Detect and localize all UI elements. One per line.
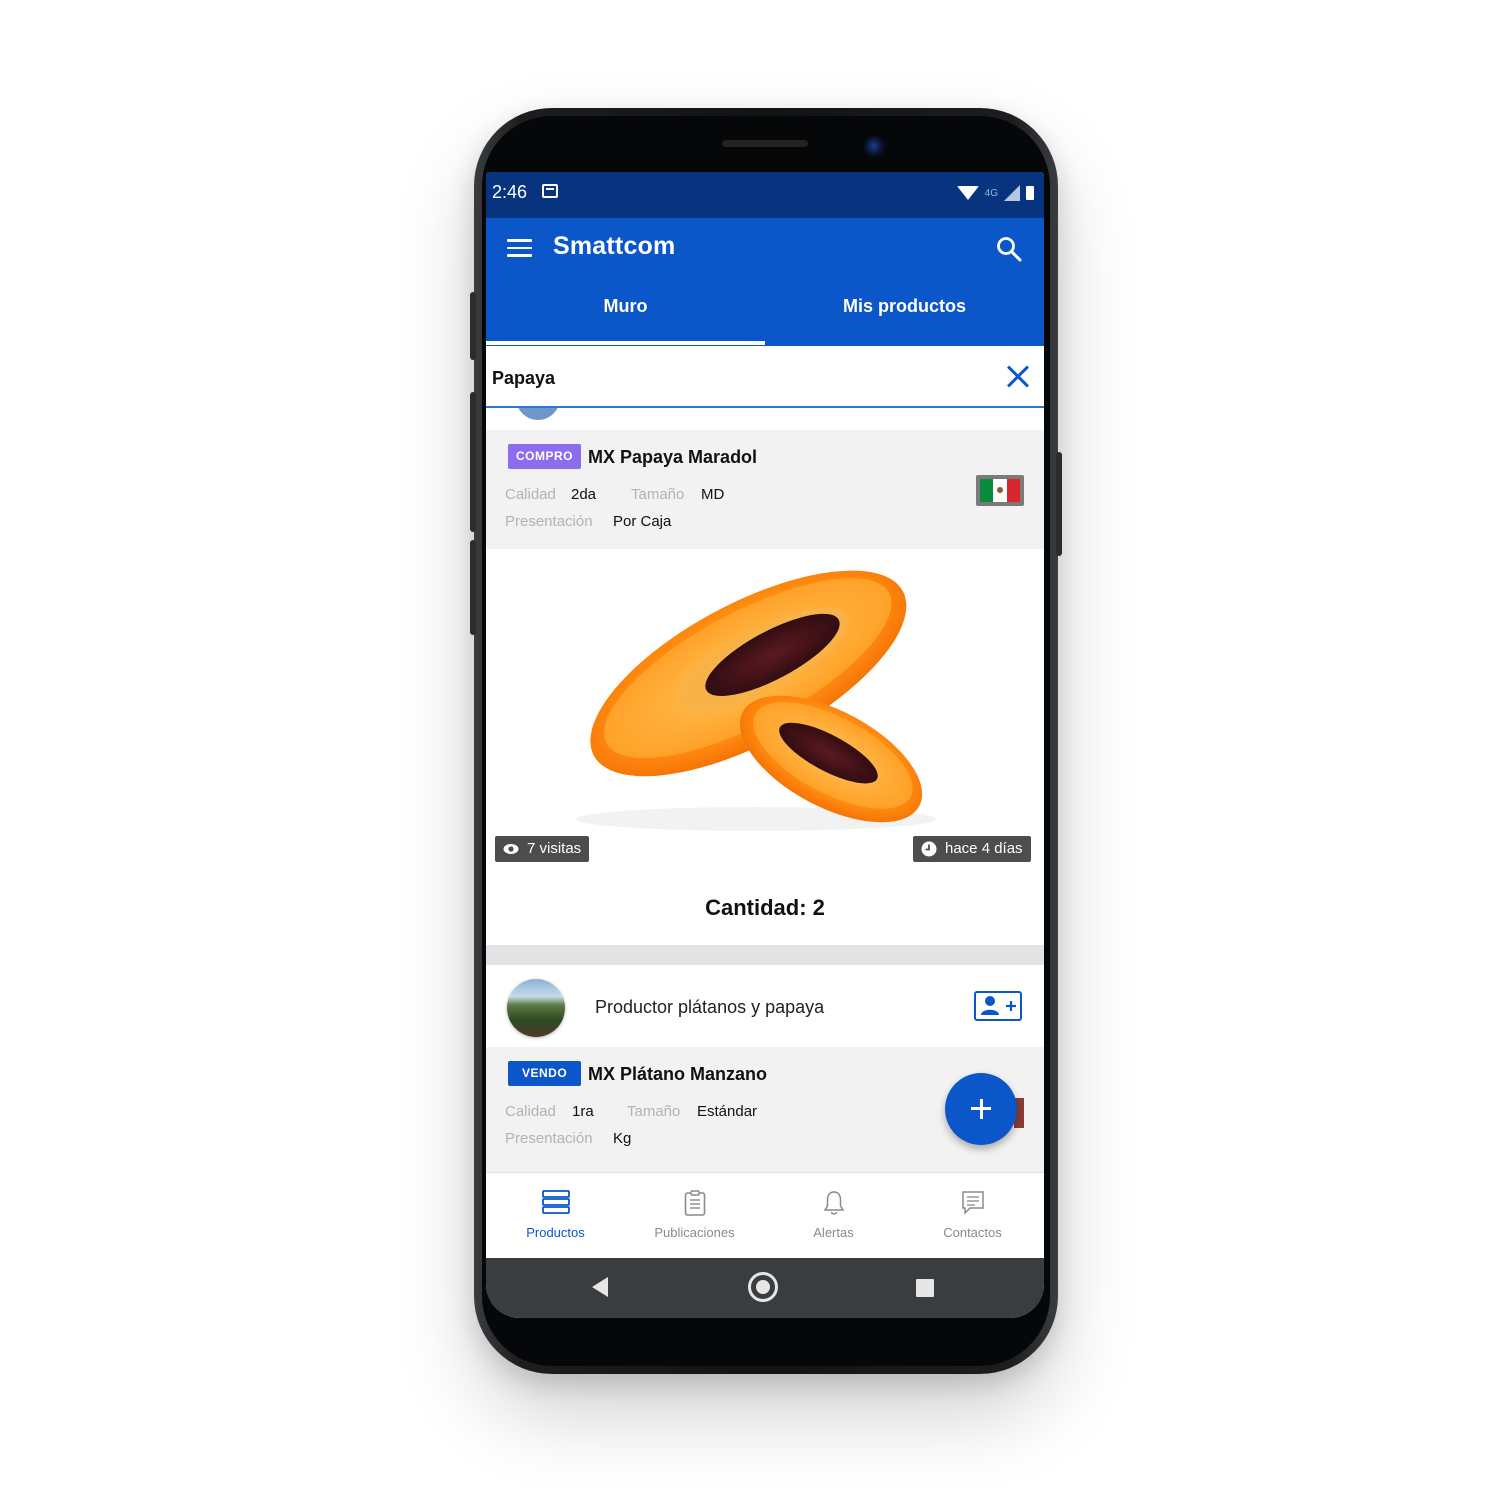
add-button[interactable] bbox=[945, 1073, 1017, 1145]
papaya-image bbox=[576, 570, 936, 831]
compro-badge: COMPRO bbox=[508, 444, 581, 469]
nav-label: Alertas bbox=[813, 1225, 854, 1240]
status-time: 2:46 bbox=[492, 182, 528, 202]
chat-icon bbox=[961, 1191, 984, 1215]
product-title: MX Plátano Manzano bbox=[588, 1064, 768, 1084]
seller-name: Productor plátanos y papaya bbox=[595, 997, 825, 1017]
listing-header[interactable]: COMPRO MX Papaya Maradol Calidad 2da Tam… bbox=[486, 430, 1044, 550]
phone-side-button-right bbox=[1056, 452, 1062, 556]
quantity: Cantidad: 2 bbox=[705, 895, 825, 920]
search-bar: Papaya bbox=[486, 346, 1044, 408]
wifi-icon bbox=[956, 186, 979, 200]
product-title: MX Papaya Maradol bbox=[588, 447, 758, 467]
status-bar: 2:46 4G bbox=[486, 172, 1044, 218]
avatar bbox=[516, 408, 560, 420]
nav-label: Publicaciones bbox=[654, 1225, 735, 1240]
clock-icon bbox=[921, 841, 937, 857]
time-ago: hace 4 días bbox=[945, 840, 1023, 857]
back-icon[interactable] bbox=[592, 1277, 608, 1297]
product-image[interactable] bbox=[486, 549, 1044, 862]
avatar[interactable] bbox=[507, 979, 565, 1037]
nav-label: Contactos bbox=[943, 1225, 1002, 1240]
tamano-label: Tamaño bbox=[627, 1103, 681, 1120]
recent-apps-icon[interactable] bbox=[916, 1279, 934, 1297]
menu-icon[interactable] bbox=[507, 239, 532, 257]
phone-side-button-left-3 bbox=[470, 540, 476, 635]
search-icon[interactable] bbox=[996, 236, 1022, 262]
mexico-flag-icon bbox=[976, 475, 1024, 506]
tab-mis-productos[interactable]: Mis productos bbox=[765, 296, 1044, 317]
bottom-nav: Productos Publicaciones Alertas Contacto… bbox=[486, 1172, 1044, 1258]
phone-screen: 2:46 4G Smattcom Muro Mis productos Papa… bbox=[486, 172, 1044, 1318]
nav-item-contactos[interactable]: Contactos bbox=[903, 1173, 1042, 1259]
tamano-value: Estándar bbox=[697, 1103, 758, 1120]
close-icon[interactable] bbox=[1005, 364, 1031, 390]
calidad-label: Calidad bbox=[505, 486, 556, 503]
presentacion-label: Presentación bbox=[505, 1130, 593, 1147]
add-user-icon bbox=[981, 996, 1016, 1015]
app-title: Smattcom bbox=[553, 232, 676, 260]
nav-item-alertas[interactable]: Alertas bbox=[764, 1173, 903, 1259]
presentacion-value: Por Caja bbox=[613, 513, 672, 530]
tab-muro[interactable]: Muro bbox=[486, 296, 765, 317]
bell-icon bbox=[823, 1191, 844, 1215]
nav-item-publicaciones[interactable]: Publicaciones bbox=[625, 1173, 764, 1259]
nav-item-productos[interactable]: Productos bbox=[486, 1173, 625, 1259]
battery-icon bbox=[1026, 186, 1034, 200]
eye-icon bbox=[503, 844, 519, 854]
phone-side-button-left-2 bbox=[470, 392, 476, 532]
visits-chip: 7 visitas bbox=[495, 836, 590, 862]
visits-count: 7 visitas bbox=[527, 840, 582, 857]
tamano-value: MD bbox=[701, 486, 725, 503]
nav-label: Productos bbox=[526, 1225, 585, 1240]
calidad-value: 1ra bbox=[572, 1103, 594, 1120]
calendar-icon bbox=[542, 184, 558, 198]
home-icon[interactable] bbox=[748, 1272, 778, 1302]
phone-side-button-left-1 bbox=[470, 292, 476, 360]
calidad-value: 2da bbox=[571, 486, 597, 503]
divider bbox=[486, 945, 1044, 965]
add-contact-button[interactable] bbox=[974, 991, 1022, 1021]
feed[interactable]: COMPRO MX Papaya Maradol Calidad 2da Tam… bbox=[486, 408, 1044, 1172]
status-icons: 4G bbox=[956, 182, 1034, 204]
phone-camera bbox=[864, 136, 886, 158]
phone-speaker bbox=[722, 140, 808, 147]
network-type: 4G bbox=[984, 187, 998, 199]
seller-row[interactable]: Productor plátanos y papaya bbox=[486, 965, 1044, 1047]
presentacion-value: Kg bbox=[613, 1130, 632, 1147]
presentacion-label: Presentación bbox=[505, 513, 593, 530]
tab-indicator bbox=[486, 341, 765, 345]
app-bar: Smattcom Muro Mis productos bbox=[486, 218, 1044, 346]
signal-icon bbox=[1004, 185, 1020, 201]
clipboard-icon bbox=[684, 1190, 705, 1216]
search-input[interactable]: Papaya bbox=[492, 368, 555, 389]
calidad-label: Calidad bbox=[505, 1103, 556, 1120]
products-icon bbox=[541, 1190, 570, 1214]
tamano-label: Tamaño bbox=[631, 486, 685, 503]
system-nav-bar bbox=[486, 1258, 1044, 1318]
vendo-badge: VENDO bbox=[508, 1061, 582, 1086]
time-chip: hace 4 días bbox=[913, 836, 1031, 862]
